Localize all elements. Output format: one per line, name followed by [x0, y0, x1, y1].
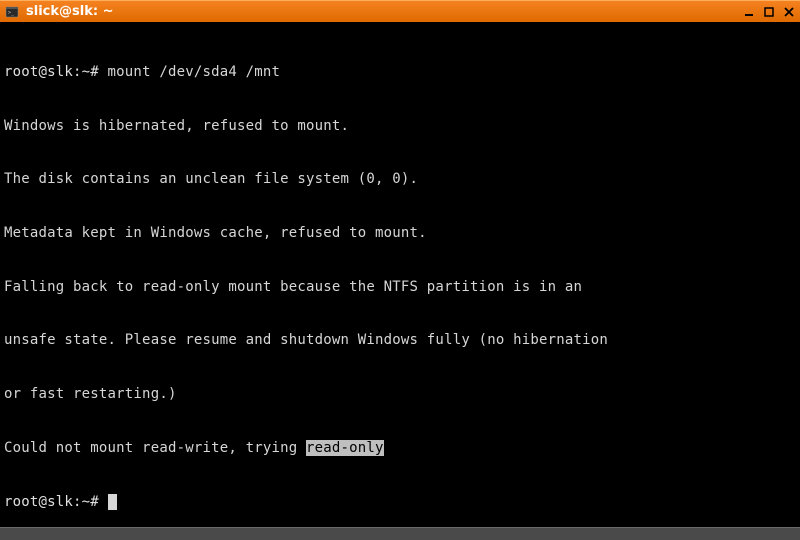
output-line: Could not mount read-write, trying read-… — [4, 440, 796, 458]
highlighted-text: read-only — [306, 440, 384, 456]
output-text: Could not mount read-write, trying — [4, 440, 306, 456]
command-text: mount /dev/sda4 /mnt — [99, 64, 280, 80]
cursor-block — [108, 494, 117, 510]
titlebar[interactable]: >_ slick@slk: ~ — [0, 0, 800, 22]
output-line: Metadata kept in Windows cache, refused … — [4, 225, 796, 243]
window-controls — [742, 5, 796, 19]
prompt-path: :~# — [73, 494, 99, 510]
output-line: unsafe state. Please resume and shutdown… — [4, 332, 796, 350]
taskbar[interactable] — [0, 527, 800, 540]
terminal-icon: >_ — [4, 4, 20, 20]
prompt-line-1: root@slk:~# mount /dev/sda4 /mnt — [4, 64, 796, 82]
prompt-path: :~# — [73, 64, 99, 80]
prompt-spacer — [99, 494, 108, 510]
output-line: Windows is hibernated, refused to mount. — [4, 118, 796, 136]
maximize-button[interactable] — [762, 5, 776, 19]
minimize-button[interactable] — [742, 5, 756, 19]
prompt-line-2: root@slk:~# — [4, 494, 796, 512]
terminal-window: >_ slick@slk: ~ root@slk:~# mount /dev/s… — [0, 0, 800, 540]
prompt-user: root@slk — [4, 64, 73, 80]
output-line: The disk contains an unclean file system… — [4, 171, 796, 189]
output-line: or fast restarting.) — [4, 386, 796, 404]
svg-text:>_: >_ — [8, 10, 15, 16]
close-button[interactable] — [782, 5, 796, 19]
output-line: Falling back to read-only mount because … — [4, 279, 796, 297]
terminal-body[interactable]: root@slk:~# mount /dev/sda4 /mnt Windows… — [0, 22, 800, 527]
window-title: slick@slk: ~ — [26, 4, 736, 19]
prompt-user: root@slk — [4, 494, 73, 510]
